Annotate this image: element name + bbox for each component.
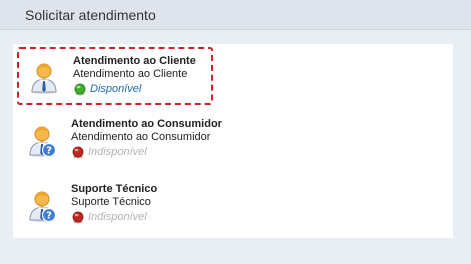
attendance-list: Atendimento ao Cliente Atendimento ao Cl… (13, 44, 453, 238)
user-help-icon: ? (29, 126, 57, 158)
list-item-suporte-tecnico[interactable]: ? Suporte Técnico Suporte Técnico Indisp… (17, 177, 213, 235)
status-row: Indisponível (71, 145, 222, 159)
red-status-icon (72, 211, 84, 223)
item-subtitle: Atendimento ao Cliente (73, 68, 188, 80)
status-label: Indisponível (88, 146, 147, 158)
user-help-icon: ? (29, 191, 57, 223)
status-row: Indisponível (71, 210, 157, 224)
item-subtitle: Atendimento ao Consumidor (71, 131, 211, 143)
status-label: Disponível (90, 83, 142, 95)
list-item-atendimento-consumidor[interactable]: ? Atendimento ao Consumidor Atendimento … (17, 112, 222, 170)
item-name: Atendimento ao Cliente (73, 55, 196, 67)
status-label: Indisponível (88, 211, 147, 223)
svg-text:?: ? (46, 211, 52, 222)
status-row: Disponível (73, 82, 196, 96)
item-subtitle: Suporte Técnico (71, 196, 151, 208)
svg-text:?: ? (46, 146, 52, 157)
item-name: Atendimento ao Consumidor (71, 118, 222, 130)
user-icon (31, 63, 57, 94)
page-title: Solicitar atendimento (25, 7, 156, 23)
red-status-icon (72, 146, 84, 158)
item-name: Suporte Técnico (71, 183, 158, 195)
list-item-atendimento-cliente[interactable]: Atendimento ao Cliente Atendimento ao Cl… (17, 47, 213, 105)
page-header: Solicitar atendimento (0, 0, 471, 30)
green-status-icon (74, 83, 86, 95)
